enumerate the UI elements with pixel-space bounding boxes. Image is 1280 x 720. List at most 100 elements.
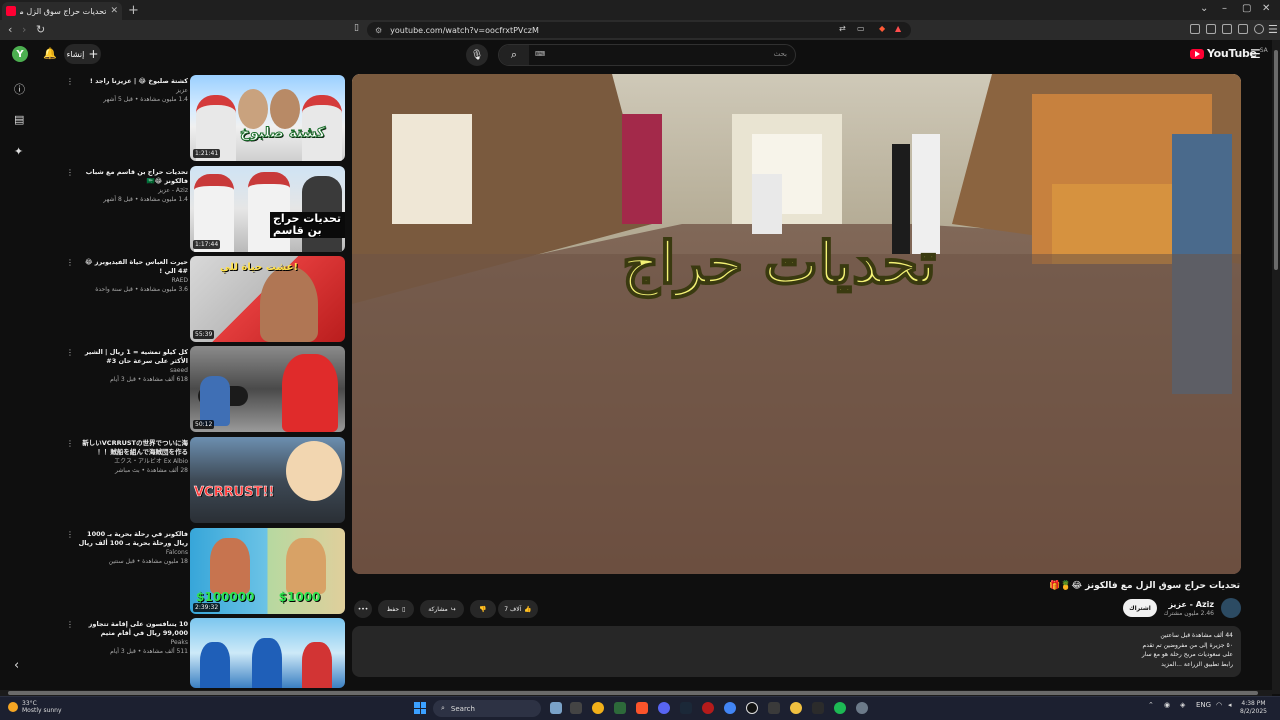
cast-icon[interactable]: ▭ [857,24,865,33]
new-tab-button[interactable]: + [128,3,139,18]
window-maximize-button[interactable]: ▢ [1242,3,1251,14]
recommendation-item[interactable]: ⋮ 新しいVCRRUSTの世界でついに海賊船を組んで海賊団を作る！！ エクス・ア… [62,437,345,523]
recommendation-title[interactable]: تحديات حراج بن قاسم مع شباب فالكونز 😂🇸🇦 [76,168,188,186]
tab-close-icon[interactable]: ✕ [110,6,118,16]
recommendation-title[interactable]: كشتة صلبوخ 😂 | عزيزنا راجد ! [76,77,188,86]
weather-widget[interactable]: 33°C Mostly sunny [8,700,62,714]
more-options-icon[interactable]: ⋮ [66,439,74,448]
share-button[interactable]: مشاركة ↪ [420,600,464,618]
search-input[interactable]: بحث [774,50,787,58]
recommendation-channel[interactable]: エクス・アルビオ Ex Albio [76,457,188,466]
recommendation-item[interactable]: ⋮ كشتة صلبوخ 😂 | عزيزنا راجد ! عزيز 1.4 … [62,75,345,161]
settings-gear-icon[interactable] [856,702,868,714]
recommendation-thumbnail[interactable]: عشت حياة للي! 55:39 [190,256,345,342]
volume-icon[interactable]: ◂ [1228,701,1232,709]
collapse-chevron-icon[interactable]: ‹ [14,658,19,673]
recommendation-channel[interactable]: Peaks [76,638,188,647]
more-options-icon[interactable]: ⋮ [66,77,74,86]
more-actions-button[interactable]: ••• [354,600,372,618]
browser-tab[interactable]: تحديات حراج سوق الزل مع فالكونز ✕ [2,2,122,20]
github-icon[interactable] [746,702,758,714]
recommendation-item[interactable]: ⋮ كل كيلو تمشيه = 1 ريال | الشير الأكثر … [62,346,345,432]
channel-avatar[interactable] [1221,598,1241,618]
search-button[interactable]: ⌕ [499,45,529,65]
recommendation-channel[interactable]: saeed [76,366,188,375]
create-button[interactable]: إنشاء + [64,44,101,64]
description-box[interactable]: 44 ألف مشاهدة قبل ساعتين ٥٠ جزيرة إلى من… [352,626,1241,677]
tray-app-icon[interactable]: ◈ [1180,701,1185,709]
recommendation-item[interactable]: ⋮ حيرت العباس حياة الفيديوبرز 😂 #4 الي !… [62,256,345,342]
reload-icon[interactable]: ↻ [36,23,45,36]
spotify-icon[interactable] [834,702,846,714]
scrollbar-thumb[interactable] [8,691,1258,695]
account-avatar[interactable]: Y [12,46,28,62]
recommendation-channel[interactable]: Falcons [76,548,188,557]
address-url[interactable]: youtube.com/watch?v=oocfrxtPVczM [390,26,539,35]
task-view-icon[interactable] [550,702,562,714]
keyboard-icon[interactable]: ⌨ [535,50,545,58]
search-box[interactable]: ⌕ ⌨ بحث [498,44,796,66]
discord-icon[interactable] [658,702,670,714]
browser-icon[interactable] [724,702,736,714]
app-icon[interactable] [790,702,802,714]
recommendation-item[interactable]: ⋮ تحديات حراج بن قاسم مع شباب فالكونز 😂🇸… [62,166,345,252]
like-button[interactable]: 7 آلاف 👍 [498,600,538,618]
address-bar[interactable]: ⚙ youtube.com/watch?v=oocfrxtPVczM ⇄ ▭ ◆… [367,22,911,38]
sparkle-icon[interactable]: ✦ [14,145,23,158]
taskbar-search[interactable]: ⌕ Search [433,700,541,717]
brave-rewards-icon[interactable]: ▲ [895,24,901,33]
recommendation-thumbnail[interactable] [190,618,345,688]
info-icon[interactable]: ⓘ [14,81,25,97]
system-clock[interactable]: 4:38 PM 8/2/2025 [1240,700,1267,716]
dislike-button[interactable]: 👎 [470,600,496,618]
site-info-icon[interactable]: ⚙ [375,26,382,35]
subscribe-button[interactable]: اشتراك [1123,599,1157,617]
window-close-button[interactable]: ✕ [1262,3,1270,14]
save-button[interactable]: حفظ ▯ [378,600,414,618]
recommendation-title[interactable]: كل كيلو تمشيه = 1 ريال | الشير الأكثر عل… [76,348,188,366]
recommendation-channel[interactable]: Aziz - عزيز [76,186,188,195]
more-options-icon[interactable]: ⋮ [66,620,74,629]
browser-menu-icon[interactable]: ☰ [1268,23,1278,36]
music-extension-icon[interactable] [1190,24,1200,34]
tray-overflow-icon[interactable]: ⌃ [1148,701,1154,709]
windows-start-icon[interactable] [414,702,426,714]
window-minimize-button[interactable]: – [1222,3,1227,14]
app-icon[interactable] [702,702,714,714]
recommendation-item[interactable]: ⋮ 10 يتنافسون على إقامة تتجاوز 99,000 ري… [62,618,345,688]
recommendation-channel[interactable]: عزيز [76,86,188,95]
steam-icon[interactable] [680,702,692,714]
recommendation-item[interactable]: ⋮ فالكونز في رحلة بحرية بـ 1000 ريال ورح… [62,528,345,614]
brave-icon[interactable] [636,702,648,714]
brave-shield-icon[interactable]: ◆ [879,24,885,33]
bookmark-icon[interactable]: ▯ [354,23,359,33]
wallet-icon[interactable] [1222,24,1232,34]
tab-search-chevron-icon[interactable]: ⌄ [1200,3,1208,14]
recommendation-thumbnail[interactable]: كشتة صلبوخ 1:21:41 [190,75,345,161]
recommendation-thumbnail[interactable]: 50:12 [190,346,345,432]
forward-arrow-icon[interactable]: › [22,23,26,36]
notifications-bell-icon[interactable]: 🔔 [43,47,57,60]
recommendation-thumbnail[interactable]: VCRRUST!! [190,437,345,523]
app-icon[interactable] [812,702,824,714]
settings-extension-icon[interactable] [1254,24,1264,34]
recommendation-title[interactable]: 10 يتنافسون على إقامة تتجاوز 99,000 ريال… [76,620,188,638]
description-line[interactable]: رابط تطبيق الزراعة ...المزيد [1142,660,1233,670]
chrome-icon[interactable] [592,702,604,714]
translate-icon[interactable]: ⇄ [839,24,846,33]
sidebar-toggle-icon[interactable] [1206,24,1216,34]
guide-menu-icon[interactable]: ☰ [1250,47,1261,61]
voice-search-button[interactable]: 🎙 [466,44,488,66]
recommendation-thumbnail[interactable]: تحديات حراج بن قاسم 1:17:44 [190,166,345,252]
downloads-icon[interactable] [1238,24,1248,34]
more-options-icon[interactable]: ⋮ [66,258,74,267]
app-icon[interactable] [768,702,780,714]
more-options-icon[interactable]: ⋮ [66,530,74,539]
scrollbar-thumb[interactable] [1274,50,1278,270]
channel-name[interactable]: Aziz - عزيز [1168,600,1214,609]
terminal-icon[interactable] [570,702,582,714]
vertical-scrollbar[interactable] [1272,40,1280,694]
app-icon[interactable] [614,702,626,714]
wifi-icon[interactable]: ◠ [1216,701,1222,709]
back-arrow-icon[interactable]: ‹ [8,23,12,36]
